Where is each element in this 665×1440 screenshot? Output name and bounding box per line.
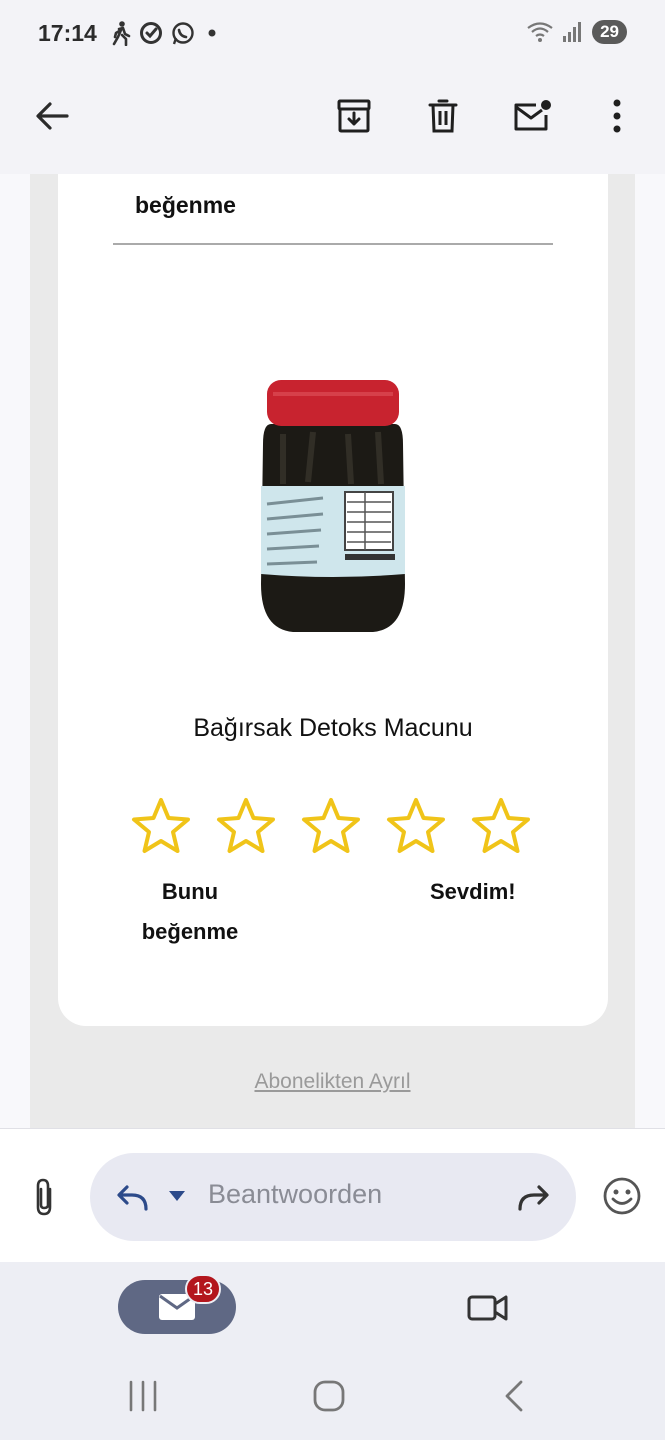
product-title[interactable]: Bağırsak Detoks Macunu	[58, 714, 608, 743]
delete-icon	[428, 99, 458, 133]
product-card: beğenme Bağırsak Detoks Macunu Bunu beğe…	[58, 174, 608, 1026]
forward-icon[interactable]	[514, 1177, 554, 1217]
chevron-down-icon[interactable]	[168, 1189, 186, 1203]
system-back-icon[interactable]	[493, 1374, 537, 1418]
reply-compose[interactable]: Beantwoorden	[90, 1153, 576, 1241]
email-body: beğenme Bağırsak Detoks Macunu Bunu beğe…	[0, 174, 665, 1128]
walking-icon	[112, 21, 131, 46]
home-icon[interactable]	[307, 1374, 351, 1418]
reply-bar: Beantwoorden	[0, 1128, 665, 1262]
divider	[113, 243, 553, 245]
bottom-navigation: 13	[0, 1262, 665, 1352]
back-button[interactable]	[28, 92, 76, 140]
status-icons-right: 29	[526, 20, 627, 44]
rating-label-low: Bunu beğenme	[141, 879, 239, 944]
back-arrow-icon	[36, 102, 69, 130]
star-rating	[130, 796, 540, 860]
rating-label-top: beğenme	[135, 192, 236, 218]
unsubscribe-link[interactable]: Abonelikten Ayrıl	[0, 1070, 665, 1094]
dot-icon	[208, 29, 216, 37]
recent-apps-icon[interactable]	[121, 1374, 165, 1418]
star-icon-3[interactable]	[300, 796, 362, 858]
sync-icon	[140, 22, 162, 44]
product-image[interactable]	[253, 374, 413, 644]
archive-icon	[337, 99, 371, 133]
archive-button[interactable]	[330, 92, 378, 140]
status-bar: 17:14 29	[0, 0, 665, 70]
video-camera-icon[interactable]	[466, 1288, 510, 1328]
email-toolbar	[0, 70, 665, 174]
reply-input[interactable]: Beantwoorden	[208, 1179, 382, 1210]
more-vert-icon	[613, 99, 621, 133]
unread-badge: 13	[185, 1274, 222, 1304]
system-navigation	[0, 1352, 665, 1440]
attach-button[interactable]	[22, 1173, 66, 1221]
rating-label-high: Sevdim!	[430, 879, 516, 904]
star-icon-5[interactable]	[470, 796, 532, 858]
paperclip-icon	[36, 1178, 52, 1216]
emoji-icon[interactable]	[601, 1175, 643, 1217]
star-icon-1[interactable]	[130, 796, 192, 858]
delete-button[interactable]	[419, 92, 467, 140]
reply-icon[interactable]	[112, 1177, 152, 1217]
whatsapp-icon	[172, 22, 194, 45]
star-icon-4[interactable]	[385, 796, 447, 858]
status-icons-left	[110, 20, 222, 46]
signal-icon	[563, 22, 582, 42]
mark-unread-icon	[514, 100, 551, 131]
status-time: 17:14	[38, 20, 97, 46]
star-icon-2[interactable]	[215, 796, 277, 858]
mark-unread-button[interactable]	[508, 92, 556, 140]
wifi-icon	[527, 22, 553, 42]
battery-indicator: 29	[592, 20, 627, 44]
more-options-button[interactable]	[593, 92, 641, 140]
